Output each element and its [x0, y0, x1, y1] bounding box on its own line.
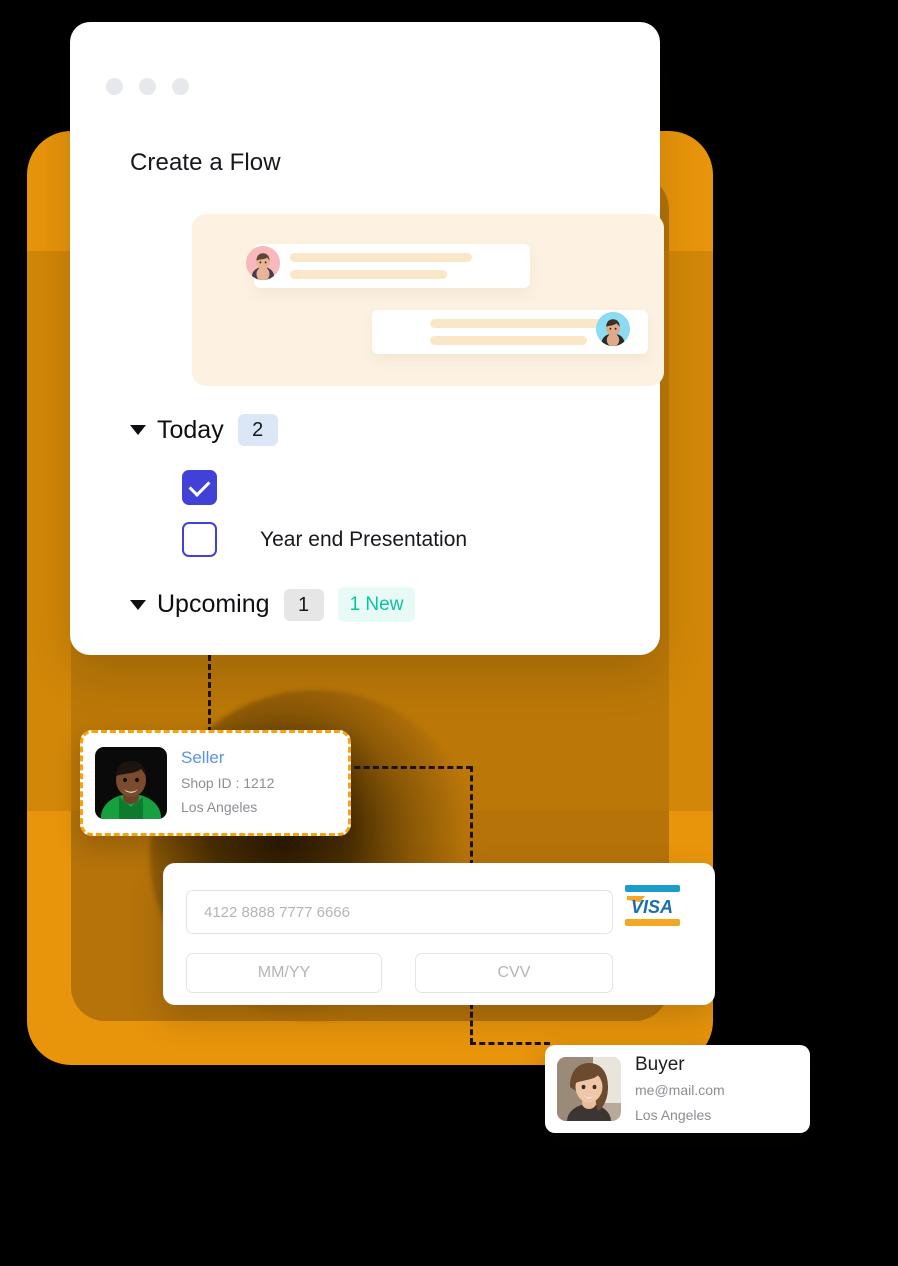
buyer-location: Los Angeles — [635, 1106, 712, 1123]
avatar-face-icon — [596, 312, 630, 346]
connector-seller-to-payment-v — [470, 766, 473, 866]
checkbox-unchecked[interactable] — [182, 522, 217, 557]
window-dot-1[interactable] — [106, 78, 123, 95]
card-number-input[interactable]: 4122 8888 7777 6666 — [186, 890, 613, 934]
scene: Create a Flow Today 2 Year end Presentat… — [0, 0, 898, 1266]
section-today-label: Today — [157, 415, 224, 444]
todo-item-2-label: Year end Presentation — [260, 527, 468, 551]
section-today-count-badge: 2 — [237, 414, 278, 446]
buyer-name: Buyer — [635, 1053, 685, 1075]
window-traffic-lights — [106, 78, 189, 95]
check-icon — [188, 474, 211, 497]
connector-payment-to-buyer-h — [470, 1042, 550, 1045]
buyer-avatar — [557, 1057, 621, 1121]
window-dot-3[interactable] — [172, 78, 189, 95]
section-upcoming-count-badge: 1 — [283, 588, 324, 621]
avatar-face-icon — [246, 246, 280, 280]
chat-message-lines — [430, 319, 612, 345]
connector-payment-to-buyer-v — [470, 1003, 473, 1044]
section-today[interactable]: Today 2 — [130, 414, 278, 446]
seller-name: Seller — [181, 748, 225, 768]
caret-down-icon[interactable] — [130, 599, 146, 610]
buyer-email: me@mail.com — [635, 1082, 725, 1099]
checkbox-checked[interactable] — [182, 470, 217, 505]
card-cvv-input[interactable]: CVV — [415, 953, 613, 993]
section-upcoming-new-badge: 1 New — [337, 587, 416, 622]
chat-line — [430, 319, 612, 328]
chat-message-incoming[interactable] — [254, 244, 530, 288]
buyer-card[interactable]: Buyer me@mail.com Los Angeles — [545, 1045, 810, 1133]
buyer-meta: Buyer me@mail.com Los Angeles — [635, 1051, 725, 1128]
todo-item-1[interactable] — [182, 470, 260, 505]
window-dot-2[interactable] — [139, 78, 156, 95]
card-expiry-input[interactable]: MM/YY — [186, 953, 382, 993]
buyer-photo-icon — [557, 1057, 621, 1121]
seller-avatar — [95, 747, 167, 819]
seller-location: Los Angeles — [181, 799, 258, 816]
visa-card-icon: VISA — [625, 885, 680, 926]
chat-line — [290, 270, 447, 279]
todo-item-2[interactable]: Year end Presentation — [182, 522, 467, 557]
caret-down-icon[interactable] — [130, 425, 146, 435]
seller-meta: Seller Shop ID : 1212 Los Angeles — [181, 746, 274, 820]
page-title: Create a Flow — [130, 149, 281, 176]
chat-preview-panel — [192, 214, 664, 386]
section-upcoming[interactable]: Upcoming 1 1 New — [130, 587, 416, 622]
create-flow-window: Create a Flow Today 2 Year end Presentat… — [70, 22, 664, 655]
connector-seller-to-payment-h — [345, 766, 472, 769]
section-upcoming-label: Upcoming — [157, 590, 270, 618]
avatar-pink — [246, 246, 280, 280]
visa-logo-icon: VISA — [625, 885, 680, 926]
chat-line — [290, 253, 472, 262]
svg-text:VISA: VISA — [631, 897, 673, 917]
seller-shop-id: Shop ID : 1212 — [181, 774, 275, 791]
avatar-blue — [596, 312, 630, 346]
connector-main-to-seller — [208, 655, 211, 733]
chat-line — [430, 336, 587, 345]
seller-card[interactable]: Seller Shop ID : 1212 Los Angeles — [80, 730, 351, 836]
seller-photo-icon — [95, 747, 167, 819]
chat-message-lines — [290, 253, 472, 279]
